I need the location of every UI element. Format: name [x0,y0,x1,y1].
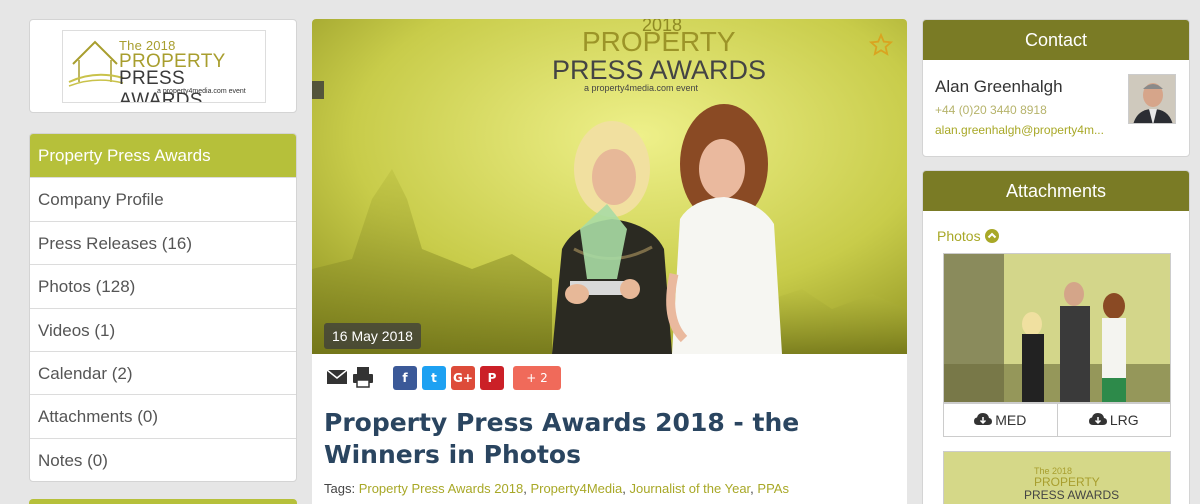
download-lrg-button[interactable]: LRG [1056,404,1171,436]
hero-backdrop-line1: PROPERTY [582,26,736,57]
avatar [1128,74,1176,124]
tag-link[interactable]: Journalist of the Year [629,481,750,496]
awards-logo[interactable]: The 2018 PROPERTY PRESS AWARDS a propert… [62,30,266,103]
cloud-download-icon [1088,413,1107,425]
contact-phone[interactable]: +44 (0)20 3440 8918 [935,103,1047,117]
logo-line2: PRESS AWARDS [119,68,203,103]
tag-link[interactable]: Property Press Awards 2018 [359,481,524,496]
attachments-card: Attachments Photos MED LRG The 2018 PROP… [922,170,1190,504]
download-med-label: MED [995,412,1027,428]
sidebar-item-company-profile[interactable]: Company Profile [30,177,296,220]
article-title: Property Press Awards 2018 - the Winners… [324,408,800,469]
share-google-plus-button[interactable]: G+ [451,366,475,390]
share-twitter-button[interactable]: t [422,366,446,390]
favorite-star-icon[interactable] [869,33,893,57]
photo-thumbnail[interactable]: The 2018 PROPERTY PRESS AWARDS [943,451,1171,504]
sidebar-item-notes[interactable]: Notes (0) [30,437,296,481]
sidebar-next-section [29,499,297,504]
share-more-button[interactable]: + 2 [513,366,561,390]
contact-email[interactable]: alan.greenhalgh@property4m... [935,123,1125,137]
email-icon[interactable] [326,366,348,386]
article-card: 2018 PROPERTY PRESS AWARDS a property4me… [312,19,907,504]
contact-card: Contact Alan Greenhalgh +44 (0)20 3440 8… [922,19,1190,157]
tag-link[interactable]: Property4Media [530,481,622,496]
share-facebook-button[interactable]: f [393,366,417,390]
hero-image: 2018 PROPERTY PRESS AWARDS a property4me… [312,19,907,354]
svg-text:PRESS AWARDS: PRESS AWARDS [1024,488,1119,502]
logo-sub: a property4media.com event [157,88,246,95]
house-logo-icon [68,40,124,87]
sidebar-item-property-press-awards[interactable]: Property Press Awards [30,134,296,178]
contact-heading: Contact [923,20,1189,60]
sidebar-item-attachments[interactable]: Attachments (0) [30,394,296,437]
hero-backdrop-line2: PRESS AWARDS [552,55,766,85]
photos-section-label[interactable]: Photos [937,228,981,244]
logo-card: The 2018 PROPERTY PRESS AWARDS a propert… [29,19,297,113]
share-pinterest-button[interactable]: P [480,366,504,390]
sidebar-item-videos[interactable]: Videos (1) [30,307,296,351]
download-lrg-label: LRG [1109,412,1139,428]
tag-link[interactable]: PPAs [757,481,789,496]
cloud-download-icon [974,413,993,425]
hero-backdrop-sub: a property4media.com event [584,83,699,93]
date-badge: 16 May 2018 [324,323,421,349]
article-tags: Tags: Property Press Awards 2018, Proper… [324,481,789,496]
hero-photo[interactable]: 2018 PROPERTY PRESS AWARDS a property4me… [312,19,907,354]
attachments-heading: Attachments [923,171,1189,211]
download-med-button[interactable]: MED [944,404,1057,436]
chevron-up-icon[interactable] [985,229,999,243]
sidebar-nav: Property Press Awards Company Profile Pr… [29,133,297,483]
sidebar-item-calendar[interactable]: Calendar (2) [30,350,296,394]
svg-text:PROPERTY: PROPERTY [1034,475,1100,489]
download-options: MED LRG [943,403,1171,437]
sidebar-item-press-releases[interactable]: Press Releases (16) [30,220,296,264]
tags-label: Tags: [324,481,356,496]
photo-thumbnail[interactable] [943,253,1171,403]
print-icon[interactable] [352,366,374,388]
contact-name: Alan Greenhalgh [935,77,1063,96]
sidebar-item-photos[interactable]: Photos (128) [30,264,296,307]
